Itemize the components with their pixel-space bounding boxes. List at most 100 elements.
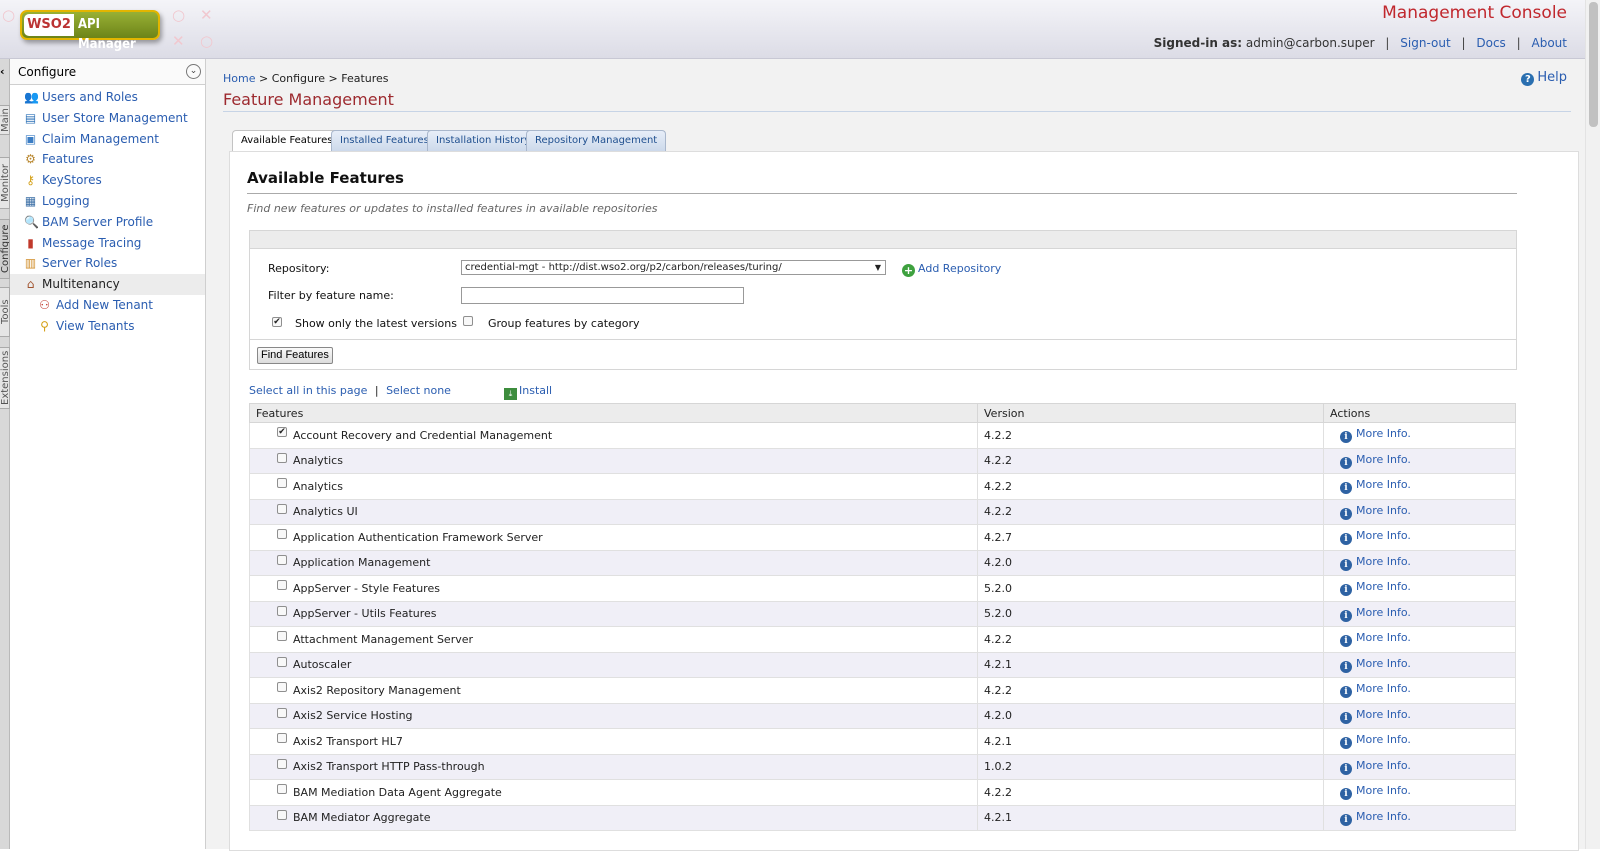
feature-checkbox[interactable] (277, 631, 287, 641)
feature-version: 4.2.1 (977, 804, 1324, 831)
more-info-link[interactable]: i More Info. (1330, 682, 1411, 699)
feature-checkbox[interactable] (277, 707, 287, 718)
more-info-link[interactable]: i More Info. (1330, 657, 1411, 673)
feature-version: 4.2.0 (977, 549, 1324, 576)
more-info-link[interactable]: i More Info. (1330, 758, 1411, 775)
find-features-button[interactable]: Find Features (257, 347, 333, 364)
feature-checkbox[interactable] (277, 580, 287, 590)
feature-checkbox[interactable] (277, 758, 287, 769)
feature-cell: AppServer - Utils Features (249, 600, 978, 627)
info-icon: i (1340, 609, 1352, 622)
sidebar-item-view-tenants[interactable]: ⚲ View Tenants (10, 316, 205, 337)
info-icon: i (1340, 762, 1352, 775)
vtab-monitor[interactable]: Monitor (0, 157, 10, 209)
tab-repository-management[interactable]: Repository Management (526, 130, 667, 152)
feature-checkbox[interactable] (277, 503, 287, 514)
feature-name: BAM Mediator Aggregate (293, 811, 431, 825)
feature-checkbox[interactable] (277, 452, 287, 463)
more-info-link[interactable]: i More Info. (1330, 580, 1411, 597)
more-info-link[interactable]: i More Info. (1330, 504, 1411, 520)
sign-out-link[interactable]: Sign-out (1400, 36, 1450, 50)
more-info-label: More Info. (1356, 529, 1411, 543)
product-logo[interactable]: WSO2 API Manager (20, 10, 160, 52)
more-info-link[interactable]: i More Info. (1330, 810, 1411, 826)
info-icon: i (1340, 686, 1352, 699)
feature-version: 4.2.2 (977, 779, 1324, 806)
sidebar-item-claim-management[interactable]: ▣ Claim Management (10, 129, 205, 150)
vtab-main[interactable]: Main (0, 105, 10, 135)
more-info-link[interactable]: i More Info. (1330, 707, 1411, 724)
feature-checkbox[interactable] (277, 605, 287, 616)
sidebar-item-add-new-tenant[interactable]: ⚇ Add New Tenant (10, 295, 205, 316)
feature-checkbox[interactable] (277, 478, 287, 488)
more-info-label: More Info. (1356, 707, 1411, 721)
feature-version: 5.2.0 (977, 600, 1324, 627)
bam-profile-icon: 🔍 (24, 214, 39, 229)
info-icon: i (1340, 788, 1352, 801)
more-info-label: More Info. (1356, 631, 1411, 645)
sidebar-item-message-tracing[interactable]: ▮ Message Tracing (10, 233, 205, 254)
feature-name: AppServer - Style Features (293, 581, 440, 595)
table-row: Analytics 4.2.2 i More Info. (249, 447, 1516, 474)
add-repository-link[interactable]: + Add Repository (902, 262, 1001, 277)
more-info-link[interactable]: i More Info. (1330, 554, 1411, 571)
latest-versions-checkbox[interactable]: ✔ (272, 317, 282, 327)
sidebar-item-keystores[interactable]: ⚷ KeyStores (10, 170, 205, 191)
more-info-link[interactable]: i More Info. (1330, 784, 1411, 801)
help-link[interactable]: ? Help (1521, 70, 1567, 86)
vtab-configure[interactable]: Configure (0, 219, 10, 279)
sidebar-item-label: View Tenants (56, 318, 135, 333)
tab-installation-history[interactable]: Installation History (427, 130, 540, 152)
vtab-extensions[interactable]: Extensions (0, 347, 10, 409)
more-info-link[interactable]: i More Info. (1330, 631, 1411, 648)
separator: | (374, 384, 379, 397)
feature-checkbox[interactable] (277, 682, 287, 692)
sidebar-item-label: Logging (42, 193, 90, 208)
install-link[interactable]: ⤓ Install (504, 384, 552, 400)
page-scrollbar[interactable] (1585, 0, 1600, 849)
about-link[interactable]: About (1532, 36, 1567, 50)
group-by-category-checkbox[interactable] (463, 316, 473, 326)
feature-checkbox[interactable] (277, 656, 287, 667)
chevron-down-icon[interactable]: ⌄ (186, 64, 201, 79)
sidebar-item-multitenancy[interactable]: ⌂ Multitenancy (10, 274, 205, 295)
feature-checkbox[interactable] (277, 784, 287, 794)
scrollbar-thumb[interactable] (1589, 2, 1598, 127)
sidebar-item-server-roles[interactable]: ▥ Server Roles (10, 253, 205, 274)
sidebar-item-logging[interactable]: ▦ Logging (10, 191, 205, 212)
sidebar-item-bam-server-profile[interactable]: 🔍 BAM Server Profile (10, 212, 205, 233)
more-info-link[interactable]: i More Info. (1330, 733, 1411, 750)
feature-name-filter-input[interactable] (461, 287, 744, 304)
feature-name: Analytics (293, 454, 343, 468)
feature-cell: Autoscaler (249, 651, 978, 678)
feature-checkbox[interactable] (277, 809, 287, 820)
more-info-link[interactable]: i More Info. (1330, 606, 1411, 622)
more-info-link[interactable]: i More Info. (1330, 427, 1411, 444)
more-info-link[interactable]: i More Info. (1330, 529, 1411, 546)
repository-select[interactable]: credential-mgt - http://dist.wso2.org/p2… (461, 260, 886, 275)
more-info-label: More Info. (1356, 580, 1411, 594)
more-info-label: More Info. (1356, 758, 1411, 772)
breadcrumb: Home > Configure > Features (223, 72, 389, 85)
sidebar-item-user-store-management[interactable]: ▤ User Store Management (10, 108, 205, 129)
sidebar-header[interactable]: Configure ⌄ (10, 59, 205, 85)
separator: | (1516, 36, 1521, 50)
feature-checkbox[interactable]: ✔ (277, 427, 287, 437)
docs-link[interactable]: Docs (1476, 36, 1505, 50)
feature-checkbox[interactable] (277, 733, 287, 743)
select-none-link[interactable]: Select none (386, 384, 451, 397)
breadcrumb-home-link[interactable]: Home (223, 72, 255, 85)
sidebar-item-features[interactable]: ⚙ Features (10, 149, 205, 170)
tab-installed-features[interactable]: Installed Features (331, 130, 438, 152)
sidebar-item-users-and-roles[interactable]: 👥 Users and Roles (10, 87, 205, 108)
feature-version: 4.2.2 (977, 447, 1324, 474)
feature-checkbox[interactable] (277, 554, 287, 565)
collapse-menu-icon[interactable]: ‹ (0, 65, 10, 79)
select-all-link[interactable]: Select all in this page (249, 384, 367, 397)
feature-checkbox[interactable] (277, 529, 287, 539)
more-info-link[interactable]: i More Info. (1330, 478, 1411, 495)
more-info-link[interactable]: i More Info. (1330, 453, 1411, 469)
more-info-label: More Info. (1356, 554, 1411, 568)
sidebar-item-label: KeyStores (42, 173, 102, 188)
vtab-tools[interactable]: Tools (0, 287, 10, 337)
